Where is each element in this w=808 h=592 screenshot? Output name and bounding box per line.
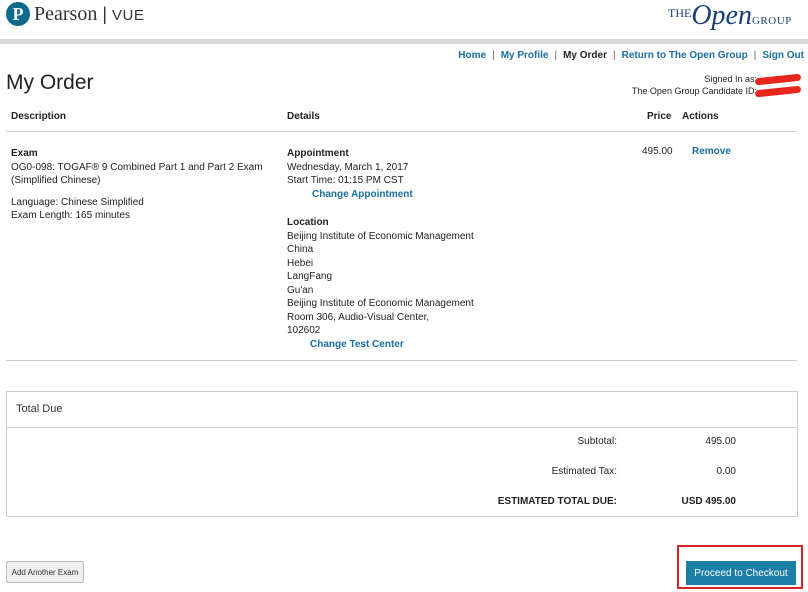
nav-separator: |	[554, 50, 558, 61]
nav-separator: |	[753, 50, 757, 61]
change-test-center-link[interactable]: Change Test Center	[310, 339, 404, 350]
logo-separator: |	[102, 4, 108, 24]
location-line: Beijing Institute of Economic Management	[287, 230, 474, 242]
change-appointment-link[interactable]: Change Appointment	[312, 189, 413, 200]
nav-my-profile[interactable]: My Profile	[501, 50, 549, 61]
exam-name-line1: OG0-098: TOGAF® 9 Combined Part 1 and Pa…	[11, 161, 263, 173]
top-nav: Home | My Profile | My Order | Return to…	[458, 50, 804, 61]
item-type-label: Exam	[11, 148, 38, 159]
total-value: USD 495.00	[681, 496, 736, 507]
tax-label: Estimated Tax:	[551, 466, 617, 477]
candidate-id-label: The Open Group Candidate ID:	[631, 86, 757, 96]
table-row-divider	[6, 360, 797, 361]
tax-value: 0.00	[716, 466, 736, 477]
signed-in-label: Signed In as:	[704, 74, 757, 84]
redaction-mark	[754, 85, 802, 98]
total-label: ESTIMATED TOTAL DUE:	[497, 496, 617, 507]
exam-name-line2: (Simplified Chinese)	[11, 175, 101, 186]
exam-language: Language: Chinese Simplified	[11, 196, 144, 208]
vue-wordmark: VUE	[112, 7, 145, 24]
open-group-logo-group: GROUP	[751, 15, 792, 27]
header-actions: Actions	[682, 111, 719, 122]
signed-in-info: Signed In as: The Open Group Candidate I…	[631, 73, 802, 98]
description-cell: Exam OG0-098: TOGAF® 9 Combined Part 1 a…	[11, 147, 263, 223]
location-line: Beijing Institute of Economic Management	[287, 298, 474, 309]
open-group-logo: THEOpenGROUP	[668, 0, 792, 32]
appointment-heading: Appointment	[287, 148, 349, 159]
total-panel-divider	[6, 427, 797, 428]
nav-separator: |	[492, 50, 495, 61]
redaction-mark	[754, 73, 802, 86]
details-cell: Appointment Wednesday, March 1, 2017 Sta…	[287, 147, 474, 351]
add-another-exam-button[interactable]: Add Another Exam	[6, 561, 84, 583]
nav-my-order[interactable]: My Order	[563, 50, 607, 61]
total-due-panel	[6, 391, 798, 517]
header-divider-bar	[0, 39, 808, 44]
exam-length: Exam Length: 165 minutes	[11, 210, 130, 221]
location-line: China	[287, 244, 314, 255]
location-line: Room 306, Audio-Visual Center,	[287, 311, 430, 323]
subtotal-label: Subtotal:	[577, 436, 617, 447]
page-title: My Order	[6, 71, 94, 94]
remove-link[interactable]: Remove	[692, 146, 731, 157]
nav-home[interactable]: Home	[458, 50, 486, 61]
nav-sign-out[interactable]: Sign Out	[762, 50, 804, 61]
total-due-heading: Total Due	[16, 403, 63, 415]
subtotal-value: 495.00	[705, 436, 736, 447]
nav-return-open-group[interactable]: Return to The Open Group	[622, 50, 748, 61]
location-line: LangFang	[287, 271, 333, 282]
header-details: Details	[287, 111, 320, 122]
location-line: Hebei	[287, 257, 314, 269]
table-header-divider	[6, 131, 797, 132]
header-description: Description	[11, 111, 67, 122]
pearson-vue-logo: Pearson | VUE	[34, 3, 144, 26]
pearson-logo-icon: P	[6, 2, 30, 26]
proceed-to-checkout-button[interactable]: Proceed to Checkout	[686, 561, 796, 585]
open-group-logo-the: THE	[668, 6, 692, 20]
open-group-logo-open: Open	[691, 0, 752, 31]
appointment-time: Start Time: 01:15 PM CST	[287, 175, 404, 186]
appointment-date: Wednesday, March 1, 2017	[287, 161, 409, 173]
location-line: Gu'an	[287, 284, 314, 296]
price-cell: 495.00	[642, 146, 673, 157]
header-price: Price	[647, 111, 672, 122]
nav-separator: |	[613, 50, 616, 61]
location-line: 102602	[287, 325, 321, 336]
pearson-wordmark: Pearson	[34, 3, 98, 25]
location-heading: Location	[287, 217, 329, 228]
